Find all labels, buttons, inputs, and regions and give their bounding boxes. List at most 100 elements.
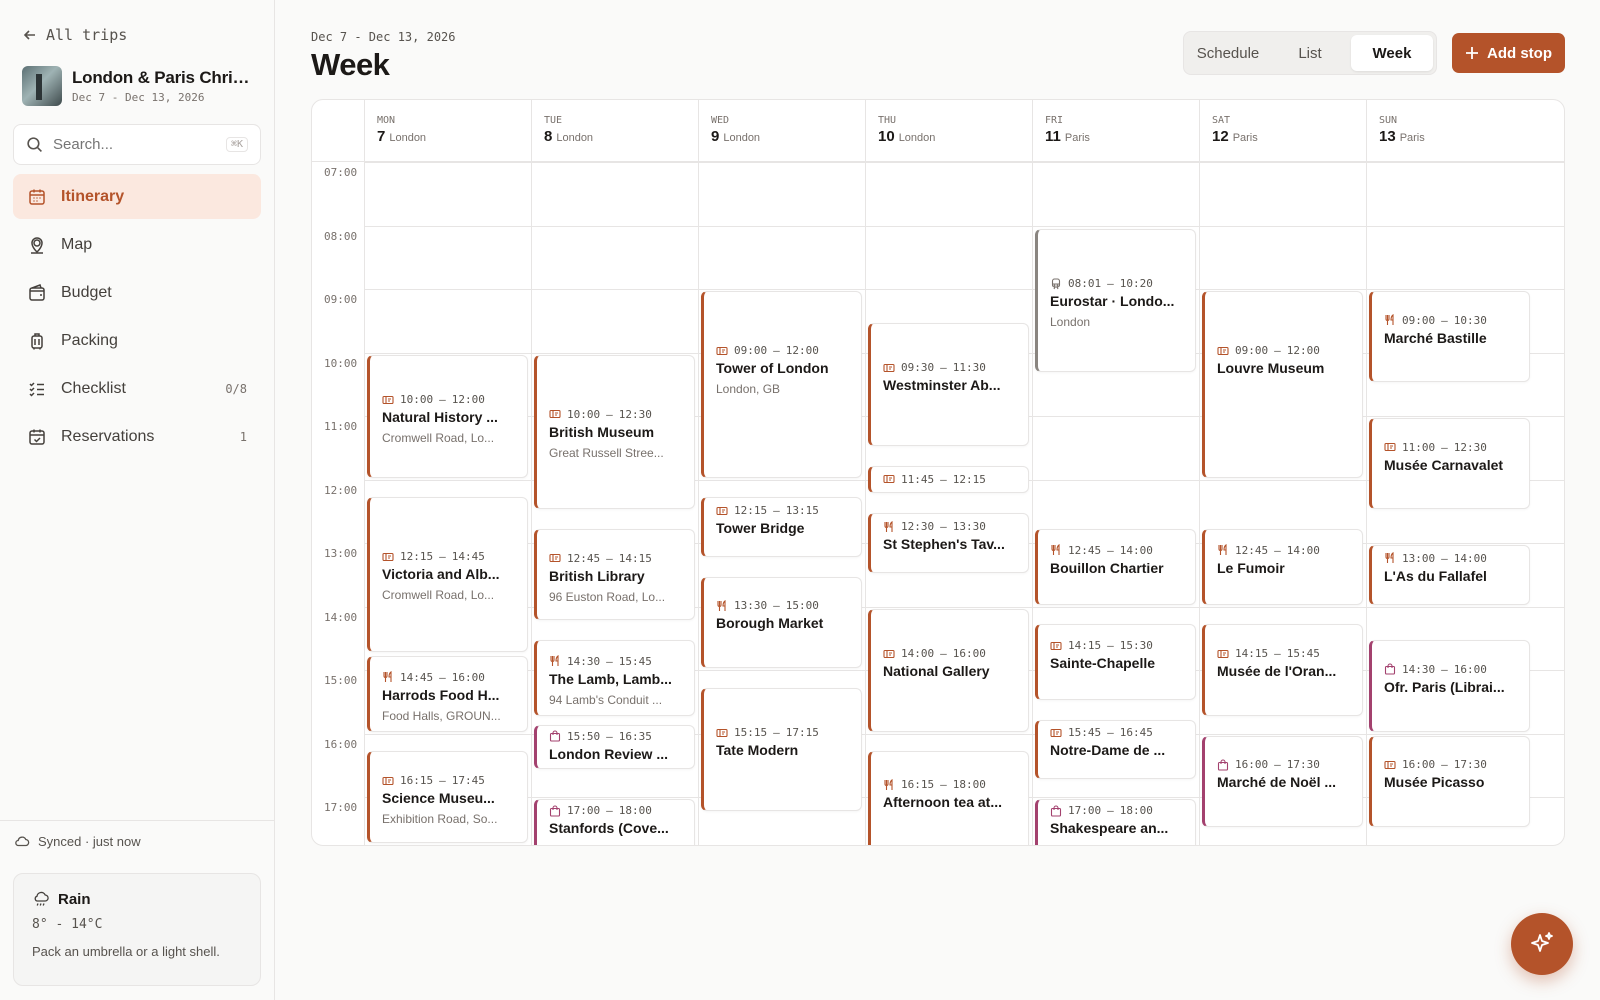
- rain-cloud-icon: [34, 891, 49, 906]
- event-card[interactable]: 14:00–16:00 National Gallery: [868, 608, 1029, 732]
- time-separator: –: [773, 504, 780, 518]
- event-card[interactable]: 12:45–14:00 Le Fumoir: [1202, 529, 1363, 605]
- hour-label: 16:00: [324, 737, 358, 751]
- hour-label: 13:00: [324, 547, 358, 560]
- shopping-bag-icon: [1384, 663, 1396, 675]
- all-trips-link[interactable]: All trips: [22, 26, 127, 44]
- calendar-header: MON 7 London TUE 8 London WED 9 London THU 10 Londo…: [312, 100, 1564, 162]
- fork-knife-icon: [1217, 544, 1229, 556]
- event-card[interactable]: 15:15–17:15 Tate Modern: [701, 687, 862, 811]
- event-end: 12:00: [785, 344, 819, 357]
- event-card[interactable]: 15:50–16:35 London Review ...: [534, 724, 695, 769]
- event-card[interactable]: 14:15–15:45 Musée de l'Oran...: [1202, 624, 1363, 716]
- event-start: 14:15: [1235, 647, 1269, 660]
- event-card[interactable]: 15:45–16:45 Notre-Dame de ...: [1035, 719, 1196, 780]
- event-card[interactable]: 14:30–15:45 The Lamb, Lamb... 94 Lamb's Co…: [534, 640, 695, 716]
- event-time: 12:45–14:15: [549, 552, 682, 565]
- ticket-icon: [382, 551, 394, 563]
- event-card[interactable]: 11:45–12:15 Big Ben & West...: [868, 465, 1029, 494]
- time-separator: –: [606, 551, 613, 565]
- time-separator: –: [439, 774, 446, 787]
- event-card[interactable]: 14:15–15:30 Sainte-Chapelle: [1035, 624, 1196, 700]
- event-time: 09:00–12:00: [1217, 344, 1350, 357]
- sidebar-item-packing[interactable]: Packing: [13, 318, 261, 363]
- event-card[interactable]: 08:01–10:20 Eurostar · Londo... London: [1035, 228, 1196, 372]
- event-end: 18:00: [618, 804, 652, 817]
- sidebar-item-itinerary[interactable]: Itinerary: [13, 174, 261, 219]
- event-card[interactable]: 14:30–16:00 Ofr. Paris (Librai...: [1369, 640, 1530, 732]
- event-title: Shakespeare an...: [1050, 820, 1169, 836]
- event-card[interactable]: 11:00–12:30 Musée Carnavalet: [1369, 418, 1530, 510]
- sidebar-item-checklist[interactable]: Checklist 0/8: [13, 366, 261, 411]
- fork-knife-icon: [549, 655, 561, 667]
- event-card[interactable]: 12:15–13:15 Tower Bridge: [701, 497, 862, 557]
- search-box[interactable]: ⌘K: [13, 124, 261, 165]
- day-header: TUE 8 London: [531, 100, 698, 162]
- event-card[interactable]: 16:15–18:00 Afternoon tea at...: [868, 751, 1029, 845]
- event-time: 15:50–16:35: [549, 730, 682, 743]
- event-time: 12:15–14:45: [382, 550, 515, 563]
- day-of-week: FRI: [1045, 115, 1064, 126]
- ai-assistant-button[interactable]: [1511, 913, 1573, 975]
- day-city: London: [723, 132, 761, 144]
- add-stop-button[interactable]: Add stop: [1452, 33, 1565, 73]
- event-location: Food Halls, GROUN...: [382, 708, 501, 723]
- event-card[interactable]: 13:00–14:00 L'As du Fallafel: [1369, 545, 1530, 605]
- search-input[interactable]: [53, 136, 203, 153]
- event-card[interactable]: 16:00–17:30 Marché de Noël ...: [1202, 735, 1363, 827]
- sidebar-item-label: Itinerary: [61, 187, 125, 205]
- event-card[interactable]: 17:00–18:00 Shakespeare an...: [1035, 799, 1196, 845]
- event-time: 14:00–16:00: [883, 647, 1016, 660]
- event-card[interactable]: 16:00–17:30 Musée Picasso: [1369, 735, 1530, 827]
- event-time: 12:45–14:00: [1050, 544, 1183, 557]
- event-end: 15:30: [1119, 639, 1153, 653]
- day-header: SUN 13 Paris: [1366, 100, 1533, 162]
- time-separator: –: [773, 599, 780, 613]
- view-tab-schedule[interactable]: Schedule: [1187, 35, 1269, 71]
- day-city: Paris: [1064, 132, 1090, 144]
- hour-label: 17:00: [324, 801, 358, 814]
- event-card[interactable]: 12:45–14:00 Bouillon Chartier: [1035, 529, 1196, 605]
- ticket-icon: [1050, 640, 1062, 652]
- sidebar-nav: Itinerary Map Budget Packing Checklist 0/8 Res…: [13, 174, 261, 462]
- event-card[interactable]: 13:30–15:00 Borough Market: [701, 576, 862, 668]
- ticket-icon: [883, 648, 895, 660]
- view-tab-list[interactable]: List: [1269, 35, 1351, 71]
- event-card[interactable]: 12:45–14:15 British Library 96 Euston Road…: [534, 529, 695, 621]
- event-time: 12:45–14:00: [1217, 544, 1350, 557]
- time-separator: –: [940, 778, 947, 792]
- time-separator: –: [606, 804, 613, 817]
- time-separator: –: [1274, 647, 1281, 660]
- event-card[interactable]: 12:15–14:45 Victoria and Alb... Cromwell R…: [367, 497, 528, 653]
- event-card[interactable]: 16:15–17:45 Science Museu... Exhibition Ro…: [367, 751, 528, 843]
- event-card[interactable]: 14:45–16:00 Harrods Food H... Food Halls, …: [367, 656, 528, 732]
- event-end: 10:20: [1119, 277, 1153, 291]
- event-title: Victoria and Alb...: [382, 566, 500, 583]
- event-end: 15:00: [785, 599, 819, 613]
- event-title: Tower of London: [716, 360, 829, 376]
- event-card[interactable]: 10:00–12:30 British Museum Great Russell S…: [534, 354, 695, 510]
- event-card[interactable]: 12:30–13:30 St Stephen's Tav...: [868, 513, 1029, 573]
- event-title: Eurostar · Londo...: [1050, 293, 1175, 310]
- event-card[interactable]: 17:00–18:00 Stanfords (Cove...: [534, 799, 695, 845]
- event-time: 15:45–16:45: [1050, 726, 1183, 739]
- day-column-divider: [698, 162, 699, 845]
- event-start: 12:45: [567, 551, 601, 565]
- event-end: 14:45: [451, 550, 485, 564]
- event-location: Great Russell Stree...: [549, 445, 664, 460]
- event-card[interactable]: 09:00–12:00 Louvre Museum: [1202, 291, 1363, 478]
- event-card[interactable]: 09:00–10:30 Marché Bastille: [1369, 291, 1530, 383]
- event-card[interactable]: 09:00–12:00 Tower of London London, GB: [701, 291, 862, 478]
- event-card[interactable]: 09:30–11:30 Westminster Ab...: [868, 322, 1029, 446]
- sidebar-item-reservations[interactable]: Reservations 1: [13, 414, 261, 459]
- event-end: 14:00: [1453, 551, 1487, 565]
- event-card[interactable]: 10:00–12:00 Natural History ... Cromwell R…: [367, 354, 528, 478]
- time-separator: –: [1441, 758, 1448, 772]
- event-start: 12:45: [1235, 543, 1269, 557]
- event-time: 17:00–18:00: [1050, 804, 1183, 817]
- sidebar-item-budget[interactable]: Budget: [13, 270, 261, 315]
- sidebar-item-map[interactable]: Map: [13, 222, 261, 267]
- event-location: Cromwell Road, Lo...: [382, 588, 495, 603]
- view-tab-week[interactable]: Week: [1351, 35, 1433, 71]
- day-column-divider: [865, 162, 866, 845]
